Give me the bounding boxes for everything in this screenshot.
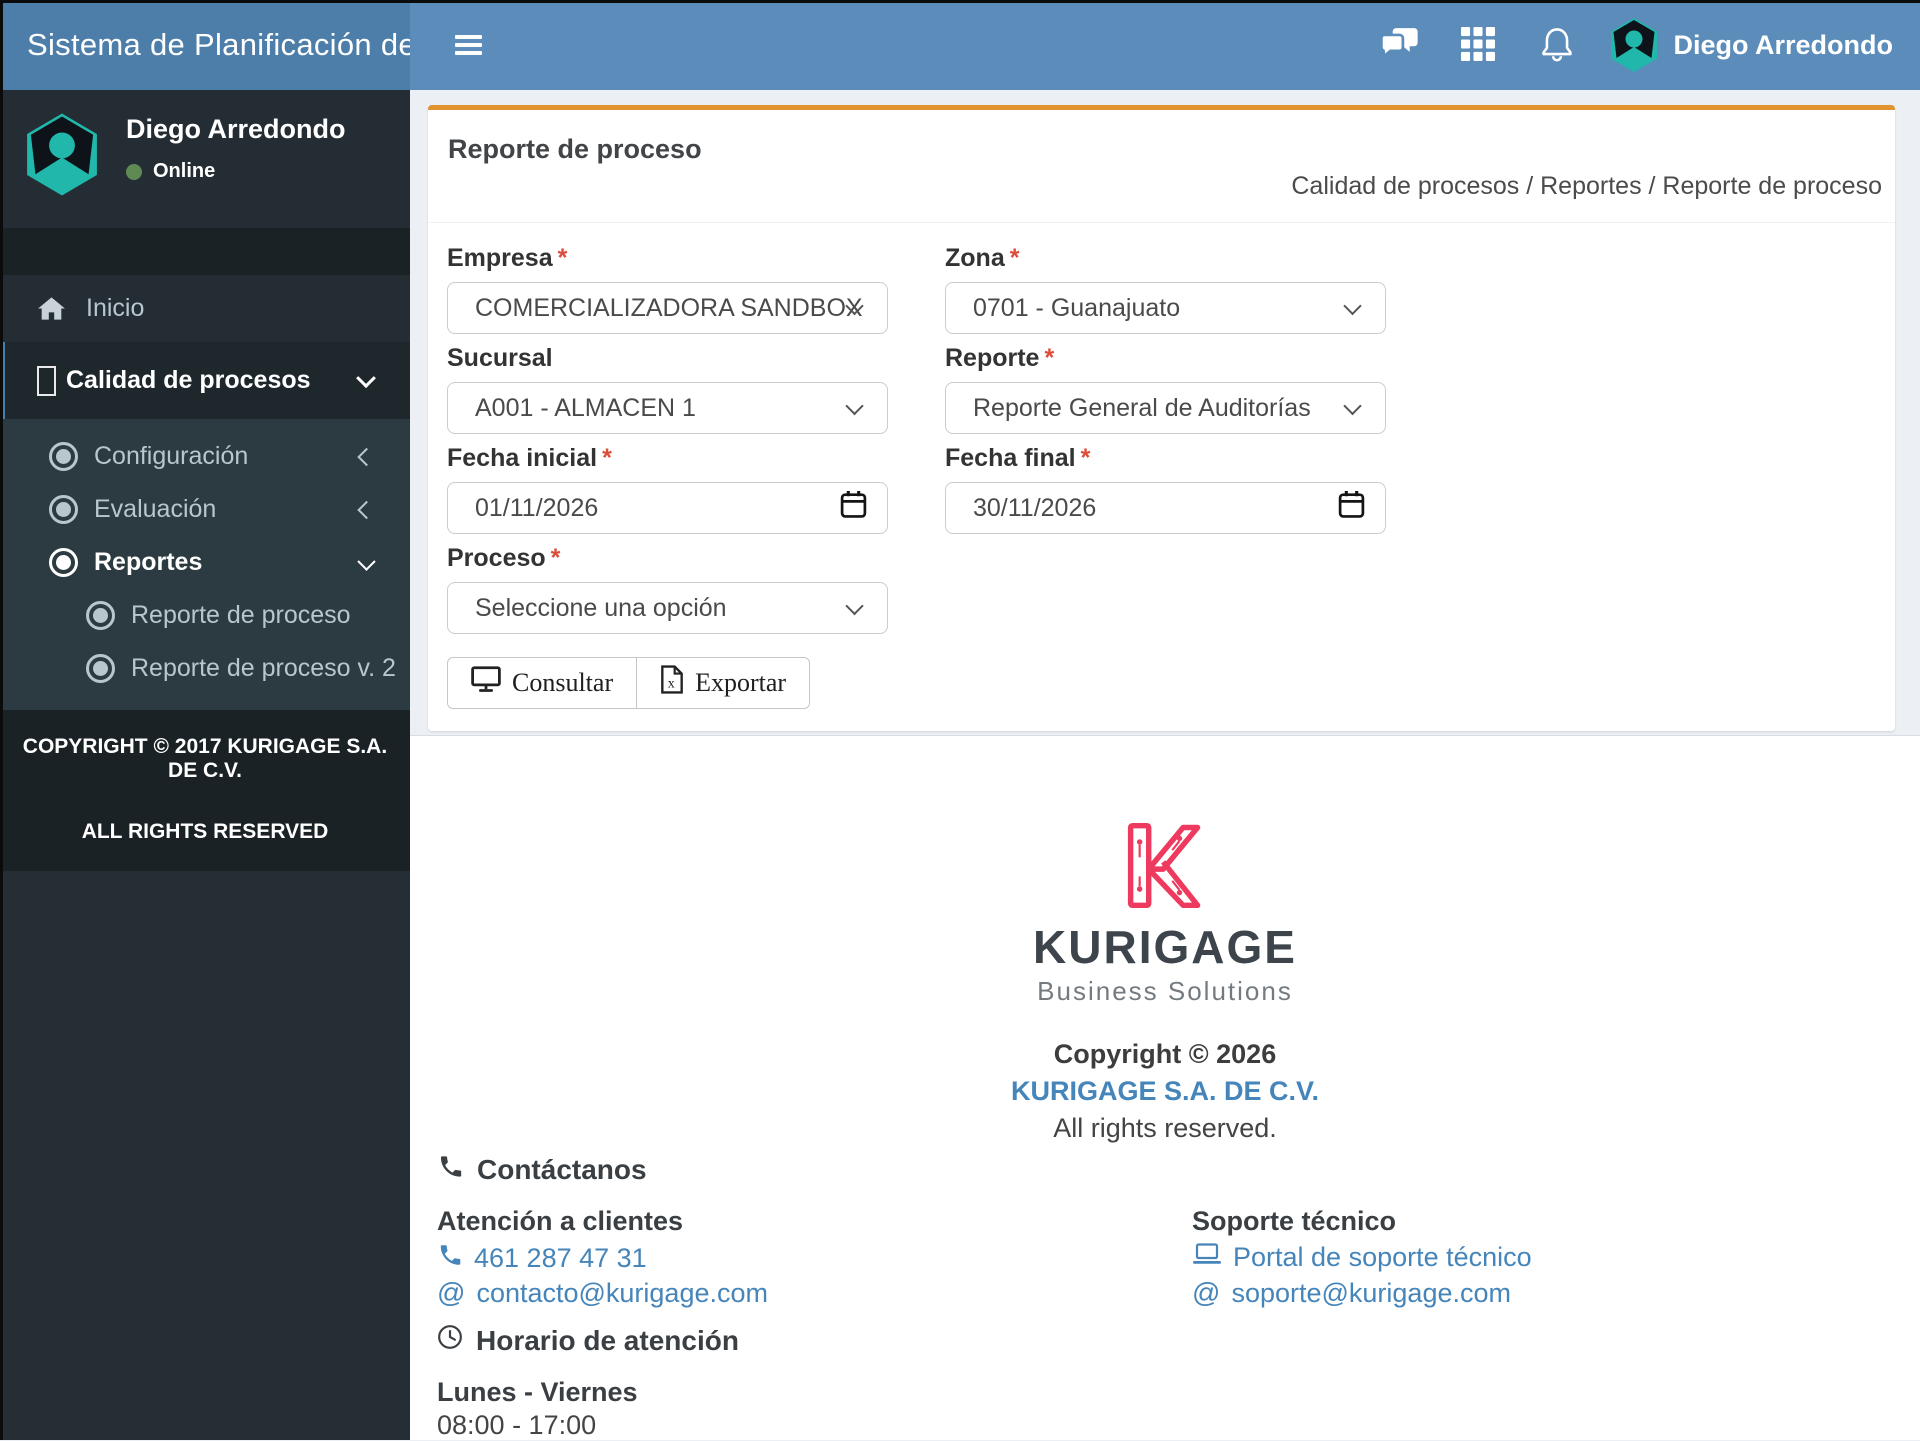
chevron-down-icon: [356, 367, 376, 388]
breadcrumb[interactable]: Calidad de procesos / Reportes / Reporte…: [1291, 172, 1882, 201]
calendar-icon[interactable]: [840, 490, 867, 526]
laptop-icon: [1192, 1242, 1222, 1273]
home-icon: [38, 297, 65, 320]
sidebar-item-configuracion[interactable]: Configuración: [0, 430, 410, 483]
dot-circle-icon: [49, 548, 78, 577]
phone-icon: [437, 1153, 464, 1187]
client-email-link[interactable]: @ contacto@kurigage.com: [437, 1277, 768, 1309]
fecha-final-input[interactable]: 30/11/2026: [945, 482, 1386, 534]
sidebar-copyright: COPYRIGHT © 2017 KURIGAGE S.A. DE C.V. A…: [0, 710, 410, 871]
sucursal-select[interactable]: A001 - ALMACEN 1: [447, 382, 888, 434]
dot-circle-icon: [49, 442, 78, 471]
sidebar-item-evaluacion[interactable]: Evaluación: [0, 483, 410, 536]
online-status-label[interactable]: Online: [153, 160, 215, 183]
treeview-calidad: Configuración Evaluación Reportes Report…: [0, 419, 410, 710]
footer-logo: KURIGAGE Business Solutions: [410, 822, 1920, 1007]
support-email-link[interactable]: @ soporte@kurigage.com: [1192, 1277, 1511, 1309]
at-icon: @: [437, 1277, 466, 1308]
phone-link[interactable]: 461 287 47 31: [437, 1242, 647, 1275]
exportar-button[interactable]: x Exportar: [637, 657, 811, 709]
online-status-dot: [126, 163, 142, 180]
svg-text:x: x: [668, 677, 675, 692]
content-card: Reporte de proceso Calidad de procesos /…: [428, 105, 1895, 731]
missing-glyph-icon: [37, 365, 56, 396]
sidebar-menu: Inicio Calidad de procesos Configuración…: [0, 275, 410, 710]
support-title: Soporte técnico: [1192, 1206, 1397, 1236]
desktop-icon: [471, 666, 501, 700]
excel-file-icon: x: [660, 665, 684, 701]
dot-circle-icon: [86, 654, 115, 683]
apps-grid-button[interactable]: [1439, 26, 1518, 65]
apps-grid-icon: [1461, 26, 1495, 64]
sidebar-item-reportes[interactable]: Reportes: [0, 536, 410, 589]
messages-button[interactable]: [1360, 26, 1439, 65]
footer-logo-title: KURIGAGE: [1033, 921, 1297, 973]
sidebar-item-reporte-de-proceso[interactable]: Reporte de proceso: [0, 589, 410, 642]
chevron-down-icon: [357, 552, 376, 571]
notifications-button[interactable]: [1518, 24, 1597, 67]
main-footer: KURIGAGE Business Solutions Copyright © …: [410, 735, 1920, 1440]
company-link[interactable]: KURIGAGE S.A. DE C.V.: [410, 1073, 1920, 1110]
fecha-inicial-label: Fecha inicial *: [447, 444, 612, 472]
top-navbar: Sistema de Planificación de Diego Arredo…: [0, 0, 1920, 90]
zona-label: Zona *: [945, 244, 1020, 272]
chevron-left-icon: [357, 500, 376, 519]
chevron-down-icon: [845, 396, 864, 416]
consultar-button[interactable]: Consultar: [447, 657, 638, 709]
empresa-label: Empresa *: [447, 244, 568, 272]
kurigage-k-logo: [1127, 822, 1201, 909]
brand-title: Sistema de Planificación de: [27, 27, 410, 62]
brand-logo[interactable]: Sistema de Planificación de: [0, 0, 410, 90]
navbar: Diego Arredondo: [410, 0, 1920, 90]
dot-circle-icon: [86, 601, 115, 630]
sidebar-search-area: [0, 228, 410, 275]
reporte-label: Reporte *: [945, 344, 1055, 372]
footer-copyright: Copyright © 2026 KURIGAGE S.A. DE C.V. A…: [410, 1036, 1920, 1147]
sucursal-label: Sucursal: [447, 344, 553, 372]
sidebar-toggle-button[interactable]: [449, 25, 488, 65]
clients-title: Atención a clientes: [437, 1206, 684, 1236]
sidebar-item-inicio[interactable]: Inicio: [0, 275, 410, 342]
sidebar-user-panel: Diego Arredondo Online: [0, 90, 410, 228]
page-title: Reporte de proceso: [448, 134, 702, 164]
schedule-hours: 08:00 - 17:00: [437, 1410, 597, 1440]
fecha-inicial-input[interactable]: 01/11/2026: [447, 482, 888, 534]
phone-icon: [437, 1242, 463, 1275]
proceso-select[interactable]: Seleccione una opción: [447, 582, 888, 634]
notifications-icon: [1539, 25, 1575, 66]
fecha-final-label: Fecha final *: [945, 444, 1091, 472]
sidebar: Diego Arredondo Online Inicio Calidad de…: [0, 90, 410, 1440]
hexagon-avatar: [1609, 17, 1659, 73]
clock-icon: [437, 1324, 463, 1357]
chevron-left-icon: [357, 447, 376, 466]
at-icon: @: [1192, 1277, 1221, 1308]
support-portal-link[interactable]: Portal de soporte técnico: [1192, 1242, 1532, 1273]
calendar-icon[interactable]: [1338, 490, 1365, 526]
dot-circle-icon: [49, 495, 78, 524]
sidebar-item-reporte-de-proceso-v2[interactable]: Reporte de proceso v. 2: [0, 642, 410, 695]
contact-title: Contáctanos: [437, 1153, 647, 1187]
navbar-user-name: Diego Arredondo: [1673, 29, 1894, 60]
chevron-down-icon: [1343, 296, 1362, 316]
schedule-days: Lunes - Viernes: [437, 1377, 638, 1407]
sidebar-user-name: Diego Arredondo: [126, 114, 346, 144]
reporte-select[interactable]: Reporte General de Auditorías: [945, 382, 1386, 434]
chevron-down-icon: [1343, 396, 1362, 416]
report-form: Empresa * COMERCIALIZADORA SANDBOX Zona * …: [428, 223, 1895, 709]
messages-icon: [1379, 27, 1420, 64]
empresa-select[interactable]: COMERCIALIZADORA SANDBOX: [447, 282, 888, 334]
chevron-down-icon: [845, 596, 864, 616]
sidebar-item-calidad-de-procesos[interactable]: Calidad de procesos: [0, 342, 410, 419]
hexagon-avatar[interactable]: [24, 112, 100, 228]
footer-logo-subtitle: Business Solutions: [1037, 976, 1293, 1007]
schedule-title: Horario de atención: [437, 1324, 739, 1357]
user-menu[interactable]: Diego Arredondo: [1609, 17, 1894, 73]
zona-select[interactable]: 0701 - Guanajuato: [945, 282, 1386, 334]
proceso-label: Proceso *: [447, 544, 561, 572]
card-header: Reporte de proceso Calidad de procesos /…: [428, 110, 1895, 223]
